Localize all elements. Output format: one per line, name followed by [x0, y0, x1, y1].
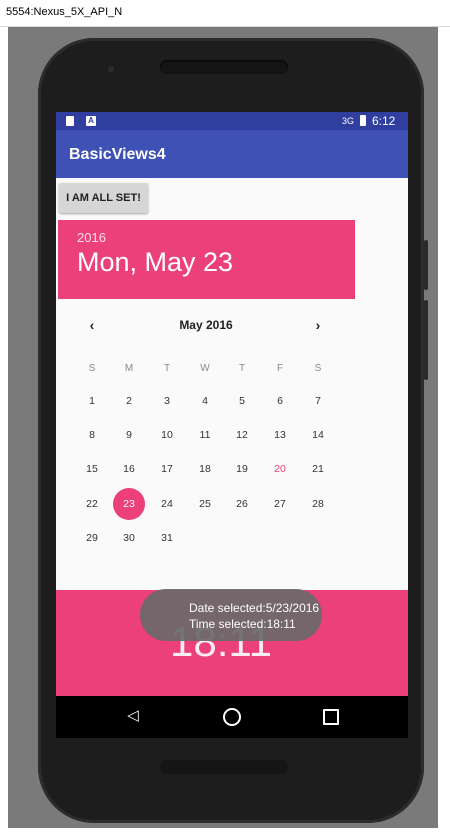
all-set-button[interactable]: I AM ALL SET! [59, 183, 148, 213]
earpiece-speaker [160, 60, 288, 74]
date-picker-header: 2016 Mon, May 23 [58, 220, 355, 299]
calendar-day[interactable]: 17 [153, 459, 181, 479]
calendar-day[interactable]: 22 [78, 494, 106, 514]
app-title: BasicViews4 [69, 146, 166, 163]
calendar-day-today[interactable]: 20 [266, 459, 294, 479]
sd-card-icon [66, 116, 74, 126]
weekday-label: W [200, 363, 210, 374]
calendar-day[interactable]: 15 [78, 459, 106, 479]
calendar-day[interactable]: 14 [304, 425, 332, 445]
calendar-day[interactable]: 29 [78, 528, 106, 548]
status-bar: A 3G 6:12 [56, 112, 408, 130]
power-button[interactable] [424, 240, 428, 290]
weekday-label: S [88, 363, 96, 374]
battery-icon [360, 115, 366, 126]
weekday-label: S [314, 363, 322, 374]
weekday-label: F [276, 363, 284, 374]
signal-icon: 3G [342, 116, 355, 126]
emulator-title: 5554:Nexus_5X_API_N [6, 6, 123, 18]
chevron-left-icon[interactable]: ‹ [84, 317, 100, 333]
calendar-day[interactable]: 30 [115, 528, 143, 548]
phone-screen: A 3G 6:12 BasicViews4 I AM ALL SET! 2016… [56, 112, 408, 738]
app-bar: BasicViews4 [56, 130, 408, 178]
calendar-month-label: May 2016 [179, 318, 233, 332]
toast-date-line: Date selected:5/23/2016 [189, 601, 320, 615]
weekday-label: T [163, 363, 171, 374]
volume-button[interactable] [424, 300, 428, 380]
calendar-day[interactable]: 18 [191, 459, 219, 479]
calendar-day[interactable]: 2 [115, 391, 143, 411]
calendar-day[interactable]: 21 [304, 459, 332, 479]
home-icon[interactable] [223, 708, 241, 726]
calendar-day[interactable]: 31 [153, 528, 181, 548]
selected-year[interactable]: 2016 [77, 230, 106, 245]
selected-date[interactable]: Mon, May 23 [77, 247, 233, 278]
emulator-title-bar: 5554:Nexus_5X_API_N [0, 0, 450, 27]
calendar-day[interactable]: 8 [78, 425, 106, 445]
chevron-right-icon[interactable]: › [310, 317, 326, 333]
toast-message: Date selected:5/23/2016 Time selected:18… [140, 589, 322, 641]
weekday-label: T [238, 363, 246, 374]
calendar-day[interactable]: 16 [115, 459, 143, 479]
calendar-day[interactable]: 6 [266, 391, 294, 411]
calendar-day[interactable]: 1 [78, 391, 106, 411]
calendar-day[interactable]: 5 [228, 391, 256, 411]
calendar-day[interactable]: 4 [191, 391, 219, 411]
calendar-day[interactable]: 26 [228, 494, 256, 514]
calendar-day[interactable]: 10 [153, 425, 181, 445]
calendar-day[interactable]: 12 [228, 425, 256, 445]
calendar-day[interactable]: 19 [228, 459, 256, 479]
bottom-speaker [160, 760, 288, 774]
calendar-day[interactable]: 11 [191, 425, 219, 445]
notification-icon: A [86, 116, 96, 126]
calendar-day[interactable]: 9 [115, 425, 143, 445]
calendar-day[interactable]: 25 [191, 494, 219, 514]
calendar-day[interactable]: 13 [266, 425, 294, 445]
calendar-day-selected[interactable]: 23 [115, 494, 143, 514]
toast-time-line: Time selected:18:11 [189, 617, 296, 631]
calendar-day[interactable]: 28 [304, 494, 332, 514]
back-icon[interactable]: ◁ [125, 708, 141, 724]
calendar-day[interactable]: 24 [153, 494, 181, 514]
status-time: 6:12 [372, 114, 396, 128]
calendar-day[interactable]: 3 [153, 391, 181, 411]
calendar-day[interactable]: 27 [266, 494, 294, 514]
calendar-day[interactable]: 7 [304, 391, 332, 411]
weekday-label: M [124, 363, 134, 374]
front-camera [108, 66, 114, 72]
navigation-bar: ◁ [56, 696, 408, 738]
recent-apps-icon[interactable] [323, 709, 339, 725]
